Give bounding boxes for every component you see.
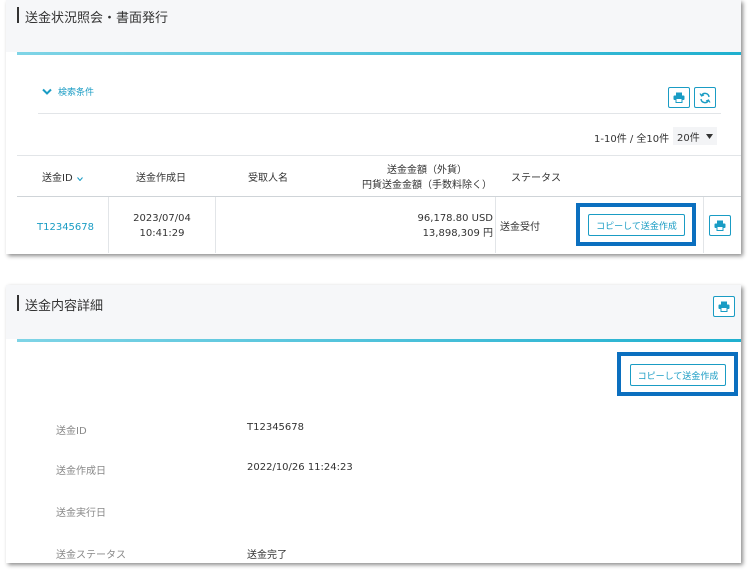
title-bar-marker: [17, 295, 19, 311]
field-value-created-date: 2022/10/26 11:24:23: [247, 462, 353, 473]
field-label-remittance-id: 送金ID: [56, 426, 87, 437]
row-remittance-id-link[interactable]: T12345678: [37, 220, 94, 235]
panel-header: 送金状況照会・書面発行: [6, 0, 741, 52]
refresh-icon: [699, 92, 711, 103]
header-accent-line: [17, 339, 741, 342]
print-icon: [714, 220, 726, 231]
page-size-value: 20件: [677, 132, 700, 144]
row-created-date: 2023/07/04 10:41:29: [109, 211, 215, 241]
field-value-remittance-id: T12345678: [247, 422, 305, 433]
row-status: 送金受付: [500, 222, 540, 233]
refresh-button[interactable]: [694, 87, 716, 108]
detail-page-title: 送金内容詳細: [25, 299, 104, 314]
copy-create-remittance-button[interactable]: コピーして送金作成: [588, 214, 685, 236]
cell-divider: [215, 197, 216, 253]
column-header-amount: 送金金額（外貨） 円貨送金金額（手数料除く）: [336, 163, 518, 193]
row-amount: 96,178.80 USD 13,898,309 円: [336, 211, 493, 241]
column-header-amount-line1: 送金金額（外貨）: [387, 165, 467, 176]
table-top-border: [17, 155, 741, 156]
column-header-remittance-id[interactable]: 送金ID: [42, 171, 83, 186]
row-amount-foreign: 96,178.80 USD: [417, 213, 493, 224]
panel-header: 送金内容詳細: [6, 285, 741, 339]
row-created-time-value: 10:41:29: [139, 228, 185, 239]
column-header-label: 送金ID: [42, 173, 73, 184]
row-created-date-value: 2023/07/04: [133, 213, 191, 224]
field-label-status: 送金ステータス: [56, 550, 126, 561]
search-conditions-label: 検索条件: [58, 88, 95, 98]
column-header-recipient: 受取人名: [248, 173, 288, 184]
page-size-select[interactable]: 20件: [673, 127, 717, 145]
field-label-created-date: 送金作成日: [56, 466, 106, 477]
print-icon: [718, 301, 730, 312]
cell-divider: [495, 197, 496, 253]
remittance-detail-panel: 送金内容詳細 コピーして送金作成 送金ID T12345678 送金作成日 20…: [6, 285, 741, 563]
column-header-status: ステータス: [511, 173, 561, 184]
column-header-amount-line2: 円貨送金金額（手数料除く）: [362, 180, 492, 191]
row-amount-yen: 13,898,309 円: [422, 228, 493, 239]
detail-print-button[interactable]: [713, 296, 735, 317]
row-print-button[interactable]: [709, 215, 731, 236]
search-conditions-toggle[interactable]: 検索条件: [42, 85, 94, 98]
page-title: 送金状況照会・書面発行: [25, 11, 169, 26]
chevron-down-icon: [42, 88, 52, 95]
field-value-status: 送金完了: [247, 550, 287, 561]
title-bar-marker: [17, 7, 19, 23]
pagination-summary: 1-10件 / 全10件: [594, 134, 670, 145]
header-accent-line: [17, 52, 741, 55]
table-header-border: [17, 196, 741, 197]
dropdown-caret-icon: [706, 134, 713, 139]
field-label-execution-date: 送金実行日: [56, 508, 106, 519]
print-button[interactable]: [668, 87, 690, 108]
column-header-created-date: 送金作成日: [136, 173, 186, 184]
divider: [38, 113, 721, 114]
remittance-status-panel: 送金状況照会・書面発行 検索条件 1-10件 / 全10件 20件 送金ID 送…: [6, 0, 741, 254]
cell-divider: [703, 197, 704, 253]
detail-copy-create-remittance-button[interactable]: コピーして送金作成: [630, 364, 726, 386]
print-icon: [673, 92, 685, 103]
sort-down-icon: [76, 176, 83, 181]
